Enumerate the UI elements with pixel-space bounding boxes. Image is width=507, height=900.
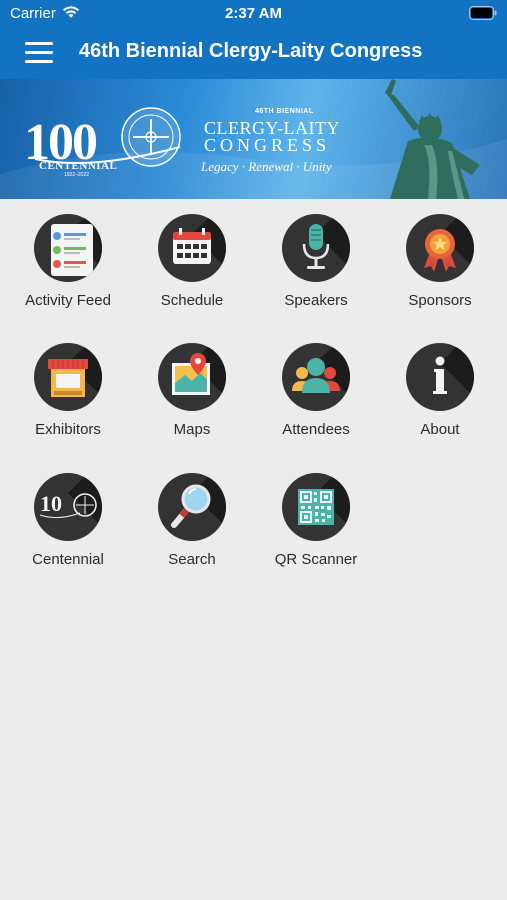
menu-item-label: About bbox=[420, 421, 460, 438]
award-ribbon-icon bbox=[406, 214, 474, 282]
hamburger-menu-icon[interactable] bbox=[25, 42, 53, 64]
menu-item-maps[interactable]: Maps bbox=[130, 343, 254, 438]
menu-item-about[interactable]: About bbox=[378, 343, 502, 438]
event-banner: 100 CENTENNIAL 1922–2022 46TH BIENNIAL C… bbox=[0, 79, 507, 199]
clock-time: 2:37 AM bbox=[225, 5, 282, 22]
menu-item-qr-scanner[interactable]: QR Scanner bbox=[254, 473, 378, 568]
page-title: 46th Biennial Clergy-Laity Congress bbox=[79, 40, 423, 62]
status-bar: Carrier 2:37 AM bbox=[0, 0, 507, 28]
banner-motto: Legacy · Renewal · Unity bbox=[201, 159, 332, 174]
svg-text:10: 10 bbox=[40, 491, 62, 516]
menu-item-centennial[interactable]: 10 Centennial bbox=[6, 473, 130, 568]
menu-item-speakers[interactable]: Speakers bbox=[254, 214, 378, 309]
navigation-bar: 46th Biennial Clergy-Laity Congress bbox=[0, 28, 507, 79]
banner-kicker: 46TH BIENNIAL bbox=[255, 108, 314, 115]
map-pin-icon bbox=[158, 343, 226, 411]
menu-item-label: Attendees bbox=[282, 421, 350, 438]
qr-code-icon bbox=[282, 473, 350, 541]
microphone-icon bbox=[282, 214, 350, 282]
centennial-logo-icon: 10 bbox=[34, 473, 102, 541]
menu-item-attendees[interactable]: Attendees bbox=[254, 343, 378, 438]
calendar-icon bbox=[158, 214, 226, 282]
menu-item-label: Search bbox=[168, 551, 216, 568]
battery-icon bbox=[469, 6, 497, 20]
menu-item-schedule[interactable]: Schedule bbox=[130, 214, 254, 309]
info-icon bbox=[406, 343, 474, 411]
centennial-logo-label: CENTENNIAL bbox=[39, 160, 118, 172]
menu-item-activity-feed[interactable]: Activity Feed bbox=[6, 214, 130, 309]
banner-title-line2: CONGRESS bbox=[204, 135, 331, 155]
menu-item-exhibitors[interactable]: Exhibitors bbox=[6, 343, 130, 438]
menu-item-label: Exhibitors bbox=[35, 421, 101, 438]
menu-item-label: Sponsors bbox=[408, 292, 472, 309]
menu-item-label: Centennial bbox=[32, 551, 104, 568]
storefront-icon bbox=[34, 343, 102, 411]
magnifier-icon bbox=[158, 473, 226, 541]
menu-item-sponsors[interactable]: Sponsors bbox=[378, 214, 502, 309]
menu-item-label: Maps bbox=[173, 421, 211, 438]
centennial-logo-years: 1922–2022 bbox=[64, 172, 90, 178]
menu-item-label: Speakers bbox=[284, 292, 348, 309]
menu-item-label: Activity Feed bbox=[25, 292, 111, 309]
people-icon bbox=[282, 343, 350, 411]
activity-feed-icon bbox=[34, 214, 102, 282]
menu-item-search[interactable]: Search bbox=[130, 473, 254, 568]
menu-item-label: QR Scanner bbox=[274, 551, 358, 568]
menu-item-label: Schedule bbox=[160, 292, 224, 309]
